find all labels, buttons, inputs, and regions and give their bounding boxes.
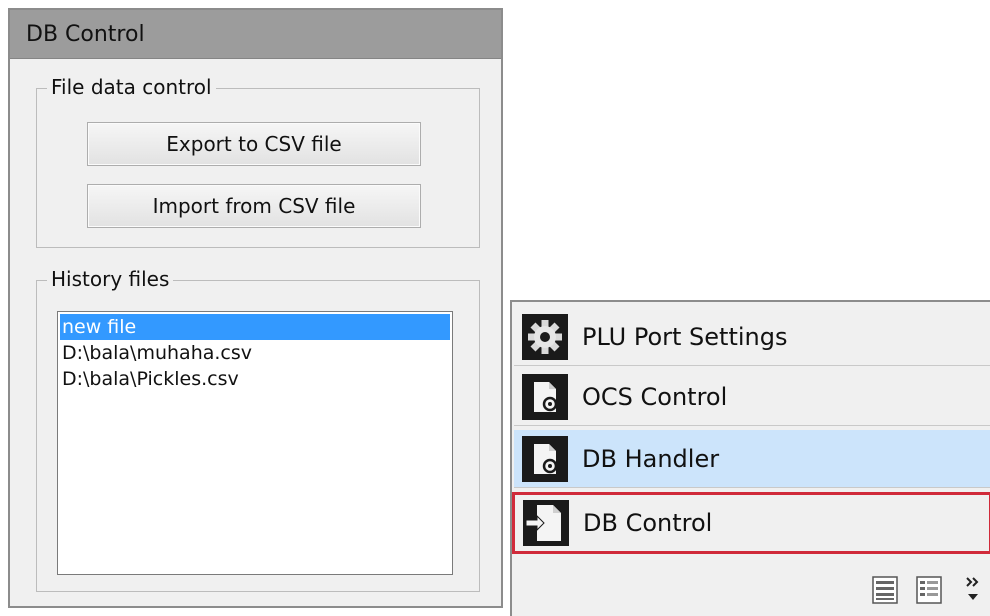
overflow-chevron-icon[interactable] <box>964 572 984 606</box>
navigation-pane: PLU Port Settings OCS Control DB Handler <box>510 300 990 616</box>
history-files-listbox[interactable]: new file D:\bala\muhaha.csv D:\bala\Pick… <box>57 311 453 575</box>
nav-item-db-handler[interactable]: DB Handler <box>514 430 990 488</box>
nav-item-db-control[interactable]: DB Control <box>512 492 990 554</box>
db-control-panel: DB Control File data control Export to C… <box>8 8 503 608</box>
document-arrow-icon <box>523 500 569 546</box>
import-csv-button[interactable]: Import from CSV file <box>87 184 421 228</box>
file-data-control-group: File data control Export to CSV file Imp… <box>36 74 480 248</box>
details-view-icon[interactable] <box>916 576 942 604</box>
list-item[interactable]: D:\bala\muhaha.csv <box>60 340 450 366</box>
nav-item-label: DB Control <box>583 509 713 537</box>
nav-item-plu-port-settings[interactable]: PLU Port Settings <box>514 308 990 366</box>
nav-footer <box>512 564 990 616</box>
file-data-control-legend: File data control <box>47 74 216 100</box>
list-item[interactable]: new file <box>60 314 450 340</box>
list-view-icon[interactable] <box>872 576 898 604</box>
nav-item-label: DB Handler <box>582 444 720 473</box>
nav-item-ocs-control[interactable]: OCS Control <box>514 368 990 426</box>
nav-item-label: PLU Port Settings <box>582 322 788 351</box>
gear-icon <box>522 313 568 360</box>
document-gear-icon <box>522 435 568 482</box>
history-files-group: History files new file D:\bala\muhaha.cs… <box>36 266 480 592</box>
document-gear-icon <box>522 373 568 420</box>
nav-item-label: OCS Control <box>582 382 728 411</box>
list-item[interactable]: D:\bala\Pickles.csv <box>60 366 450 392</box>
panel-title: DB Control <box>10 10 501 59</box>
export-csv-button[interactable]: Export to CSV file <box>87 122 421 166</box>
history-files-legend: History files <box>47 266 174 292</box>
